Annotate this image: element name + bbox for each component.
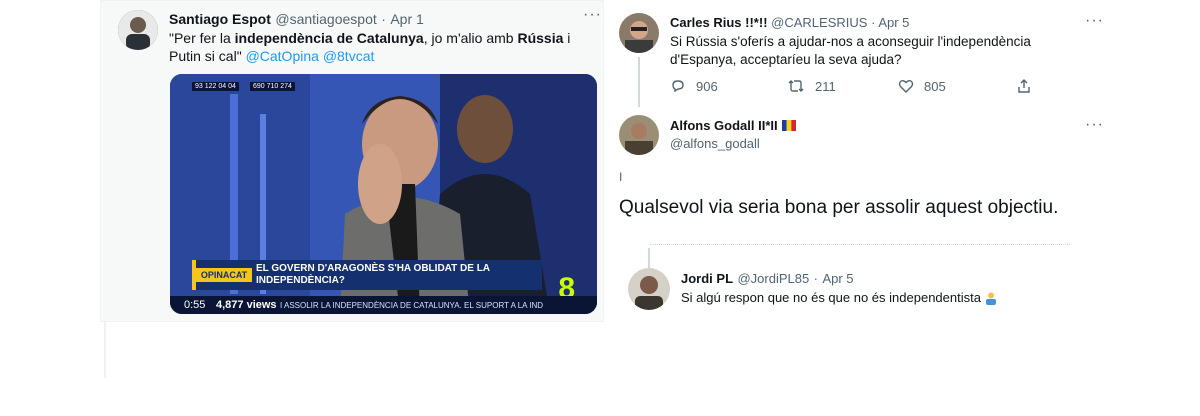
heart-icon [898,80,914,93]
author-name[interactable]: Santiago Espot [169,11,271,27]
author-name[interactable]: Alfons Godall II*II [670,118,778,133]
news-ticker: I ASSOLIR LA INDEPENDÈNCIA DE CATALUNYA.… [280,301,544,310]
like-button[interactable]: 805 [898,78,946,94]
avatar-carles[interactable] [619,13,659,53]
tweet-text: Qualsevol via seria bona per assolir aqu… [619,197,1059,218]
tweet-text: Si algú respon que no és que no és indep… [681,290,981,305]
avatar-alfons[interactable] [619,115,659,155]
author-handle[interactable]: @CARLESRIUS [771,15,867,30]
text-bold: independència de Catalunya [234,30,424,46]
brand-label: OPINACAT [196,268,252,282]
retweet-count: 211 [815,78,836,94]
tweet-text: "Per fer la independència de Catalunya, … [169,29,589,65]
divider [104,322,106,378]
separator: · [871,15,876,30]
phone-number: 690 710 274 [250,82,295,91]
avatar-jordi[interactable] [628,268,670,310]
text-part: , jo m'alio amb [423,30,518,46]
separator: · [381,11,386,27]
text-bold: Rússia [517,30,564,46]
reply-count: 906 [696,78,718,94]
author-name[interactable]: Carles Rius !!*!! [670,15,768,30]
person-shrugging-icon [985,292,996,305]
retweet-button[interactable]: 211 [787,78,836,94]
more-options-icon[interactable]: ··· [1085,116,1104,134]
tweet-date[interactable]: Apr 5 [878,15,909,30]
tweet-date[interactable]: Apr 5 [822,271,853,286]
author-handle[interactable]: @santiagoespot [275,11,376,27]
like-count: 805 [924,78,946,94]
author-name[interactable]: Jordi PL [681,271,733,286]
text-part: "Per fer la [169,30,235,46]
thread-line [638,57,640,107]
avatar-santiago[interactable] [118,10,158,50]
author-handle[interactable]: @JordiPL85 [737,271,809,286]
tweet-text: Si Rússia s'oferís a ajudar-nos a aconse… [670,34,1031,67]
mention-link[interactable]: @8tvcat [323,48,375,64]
separator: · [813,271,819,286]
author-handle[interactable]: @alfons_godall [670,136,760,151]
thread-line [648,248,650,268]
phone-number: 93 122 04 04 [192,82,239,91]
more-options-icon[interactable]: ··· [1085,12,1104,30]
video-duration: 0:55 [184,299,206,311]
video-headline: EL GOVERN D'ARAGONÈS S'HA OBLIDAT DE LA … [256,263,490,286]
more-options-icon[interactable]: ··· [583,6,602,24]
retweet-icon [788,80,804,92]
video-views: 4,877 views [216,299,277,311]
lower-third-banner: OPINACAT EL GOVERN D'ARAGONÈS S'HA OBLID… [192,260,542,290]
divider [650,244,1070,245]
reply-icon [672,80,684,93]
video-player[interactable]: 93 122 04 04 690 710 274 OPINACAT EL GOV… [170,74,597,314]
text-cursor: I [619,170,623,184]
tweet-date[interactable]: Apr 1 [390,11,423,27]
reply-button[interactable]: 906 [670,78,718,94]
share-icon [1018,79,1030,93]
share-button[interactable] [1016,78,1032,94]
flag-icon [781,120,796,131]
mention-link[interactable]: @CatOpina [246,48,319,64]
